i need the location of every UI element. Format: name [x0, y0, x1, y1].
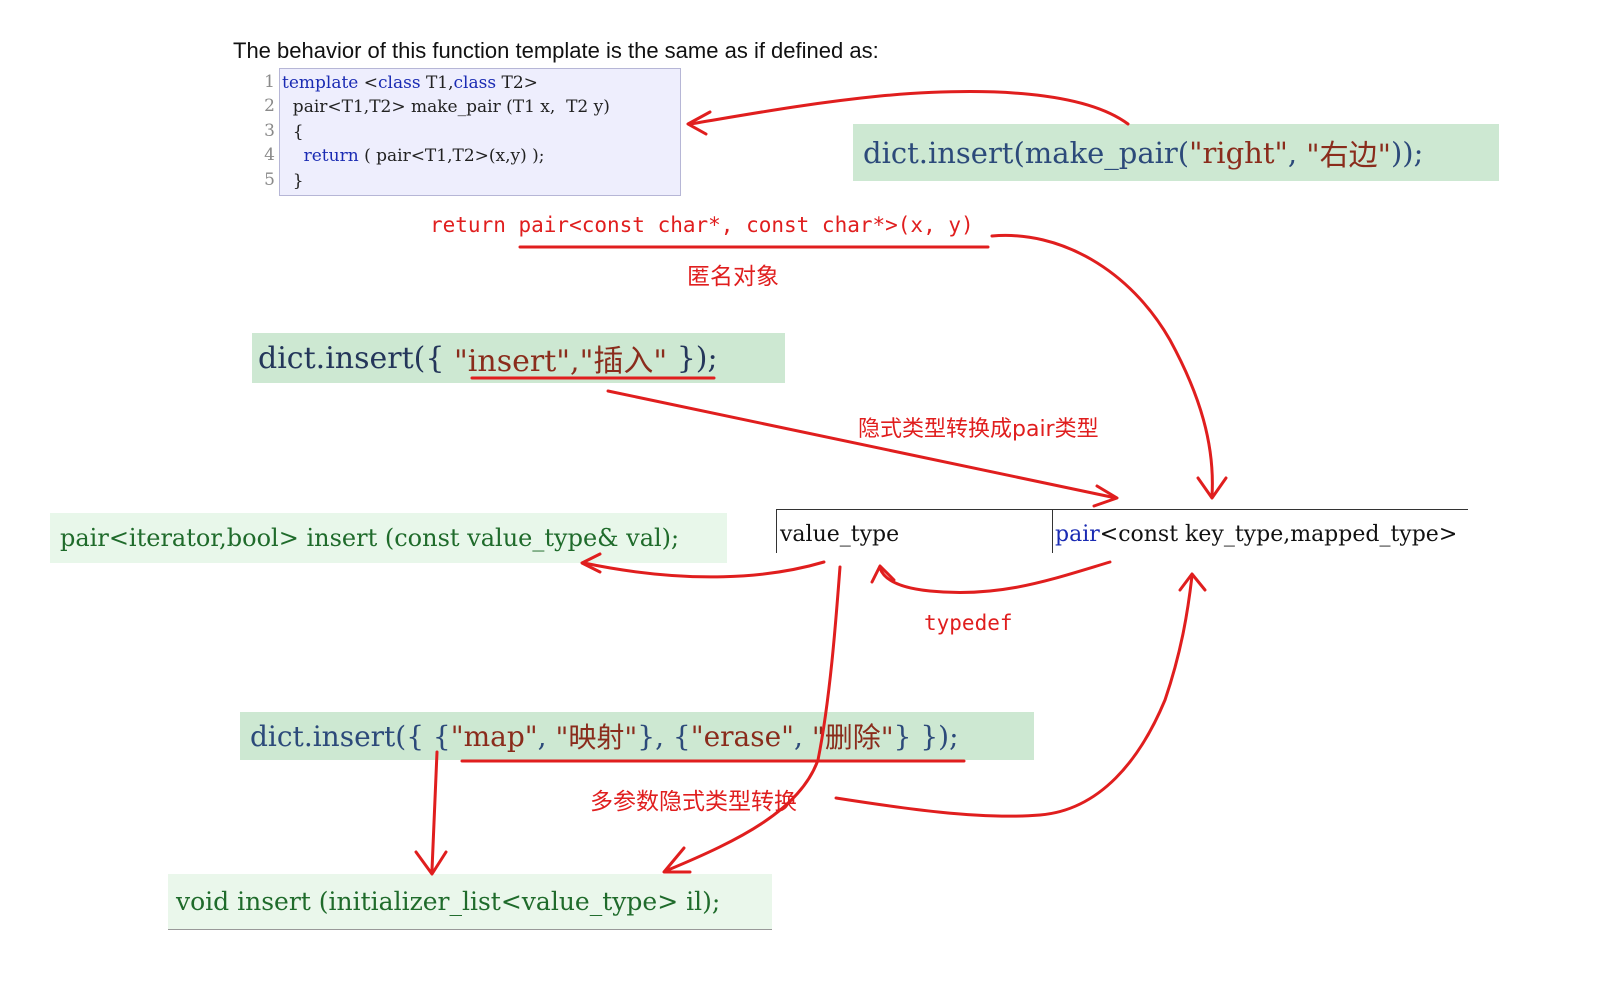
- diagram-canvas: The behavior of this function template i…: [0, 0, 1601, 985]
- arrow-return-to-pair-type: [990, 233, 1214, 498]
- arrow-value-type-to-pair-insert: [582, 560, 826, 579]
- arrow-implicit-to-value-type: [606, 389, 1118, 500]
- arrow-dict-to-void-insert: [430, 750, 439, 872]
- arrow-multi-param-to-pair: [834, 574, 1194, 818]
- arrowhead: [662, 846, 692, 874]
- annotation-arrows: [414, 90, 1228, 876]
- arrow-make-pair-to-template: [688, 90, 1130, 126]
- arrow-value-type-to-void-insert: [666, 565, 842, 872]
- arrow-typedef: [878, 560, 1112, 595]
